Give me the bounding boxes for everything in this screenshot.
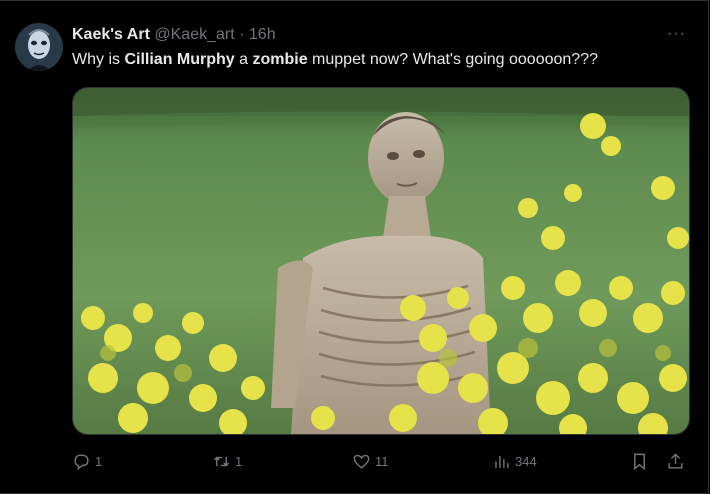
tweet-media-image[interactable] [72,87,690,435]
bookmark-icon [634,453,645,470]
separator-dot: · [239,26,245,43]
retweet-button[interactable]: 1 [212,449,242,473]
reply-button[interactable]: 1 [72,449,102,473]
reply-icon [74,453,89,470]
like-count: 11 [375,453,389,469]
tweet-text-bold-segment: Cillian Murphy [124,51,235,68]
tweet-text-bold-segment: zombie [252,51,308,68]
tweet-text-segment: Why is [72,51,125,68]
avatar-zombie-portrait-icon [15,23,63,71]
author-name[interactable]: Kaek's Art [72,26,150,43]
share-icon [668,452,683,469]
more-options-icon[interactable]: ··· [667,25,686,43]
tweet-text-segment: a [234,51,253,68]
zombie-in-rapeseed-field-photo [73,88,689,434]
share-button[interactable] [666,449,685,473]
reply-count: 1 [95,453,103,469]
author-handle[interactable]: @Kaek_art [154,26,234,43]
tweet-text: Why is Cillian Murphy a zombie muppet no… [72,50,598,70]
avatar[interactable] [15,23,63,71]
tweet-time[interactable]: 16h [249,26,276,43]
bookmark-button[interactable] [630,449,649,473]
views-count: 344 [515,453,537,469]
retweet-count: 1 [235,453,243,469]
views-icon [495,455,509,468]
tweet-actions: 1 1 11 344 [72,449,688,473]
tweet-text-segment: muppet now? What's going oooooon??? [307,51,598,68]
tweet-card: Kaek's Art @Kaek_art · 16h ··· Why is Ci… [0,0,709,494]
like-button[interactable]: 11 [352,449,389,473]
tweet-header: Kaek's Art @Kaek_art · 16h [72,25,276,45]
retweet-icon [213,456,230,466]
views-button[interactable]: 344 [492,449,537,473]
like-icon [353,454,370,469]
